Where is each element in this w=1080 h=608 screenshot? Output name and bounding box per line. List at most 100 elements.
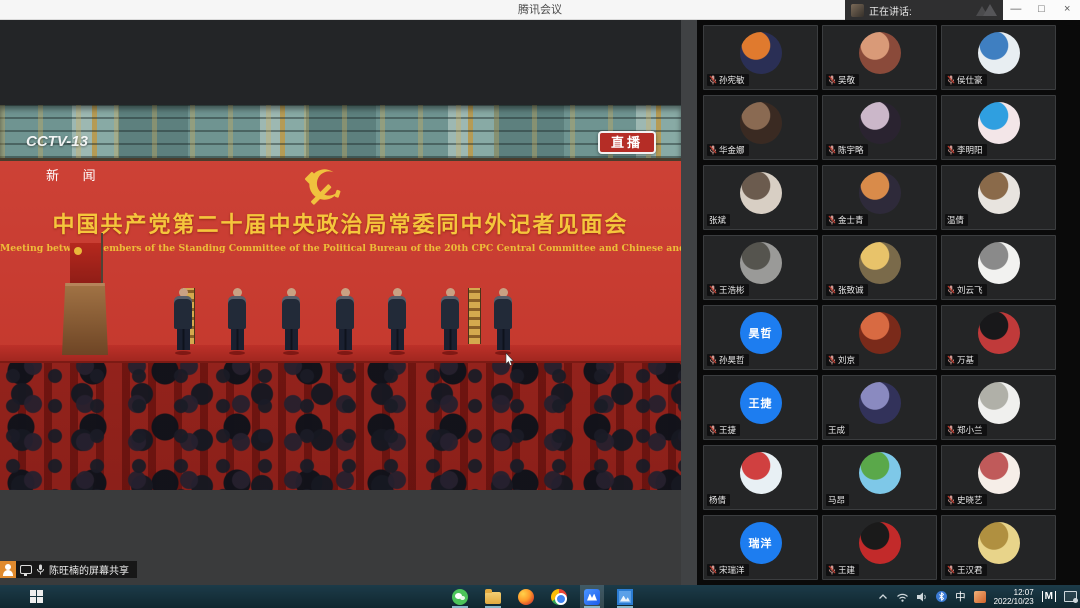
standing-member bbox=[281, 288, 301, 352]
volume-icon[interactable] bbox=[917, 592, 928, 602]
explorer-taskbar-icon[interactable] bbox=[481, 585, 505, 608]
muted-mic-icon bbox=[828, 285, 836, 295]
tray-expand-chevron-icon[interactable] bbox=[878, 593, 888, 600]
chrome-icon bbox=[551, 589, 567, 605]
participant-tile[interactable]: 杨倩 bbox=[703, 445, 818, 510]
wechat-icon bbox=[452, 589, 468, 605]
participant-avatar: 瑞洋 bbox=[740, 522, 782, 564]
participant-avatar bbox=[978, 312, 1020, 354]
participant-tile[interactable]: 金士青 bbox=[822, 165, 937, 230]
participant-tile[interactable]: 刘京 bbox=[822, 305, 937, 370]
participant-name-tag: 王捷 bbox=[707, 424, 740, 436]
tray-app-icon[interactable] bbox=[974, 591, 986, 603]
participant-tile[interactable]: 温倩 bbox=[941, 165, 1056, 230]
muted-mic-icon bbox=[828, 215, 836, 225]
action-center-icon[interactable] bbox=[1064, 591, 1077, 602]
participant-tile[interactable]: 侯仕豪 bbox=[941, 25, 1056, 90]
speaking-label: 正在讲话: bbox=[869, 3, 912, 18]
presenter-icon bbox=[0, 561, 16, 578]
participant-name-tag: 万基 bbox=[945, 354, 978, 366]
participant-avatar bbox=[740, 32, 782, 74]
muted-mic-icon bbox=[709, 285, 717, 295]
participant-avatar bbox=[859, 312, 901, 354]
participant-tile[interactable]: 史晓艺 bbox=[941, 445, 1056, 510]
participant-name: 华金娜 bbox=[719, 144, 745, 156]
participant-avatar bbox=[859, 382, 901, 424]
restore-button[interactable]: □ bbox=[1029, 0, 1055, 20]
clock-time: 12:07 bbox=[994, 588, 1034, 597]
muted-mic-icon bbox=[947, 75, 955, 85]
participant-tile[interactable]: 万基 bbox=[941, 305, 1056, 370]
participant-avatar bbox=[978, 172, 1020, 214]
participant-tile[interactable]: 郑小兰 bbox=[941, 375, 1056, 440]
wechat-taskbar-icon[interactable] bbox=[448, 585, 472, 608]
participant-tile[interactable]: 昊哲 孙昊哲 bbox=[703, 305, 818, 370]
standing-member bbox=[335, 288, 355, 352]
minimize-button[interactable]: — bbox=[1003, 0, 1029, 20]
participant-name: 侯仕豪 bbox=[957, 74, 983, 86]
muted-mic-icon bbox=[947, 565, 955, 575]
participant-tile[interactable]: 张致诚 bbox=[822, 235, 937, 300]
participant-avatar bbox=[978, 452, 1020, 494]
explorer-icon bbox=[485, 592, 501, 604]
meeting-taskbar-icon[interactable] bbox=[580, 585, 604, 608]
participant-tile[interactable]: 王捷 王捷 bbox=[703, 375, 818, 440]
participant-avatar bbox=[859, 32, 901, 74]
mouse-cursor bbox=[505, 353, 514, 366]
start-button-icon[interactable] bbox=[30, 590, 43, 603]
bluetooth-icon[interactable] bbox=[936, 591, 947, 602]
palace-eaves-decoration bbox=[0, 105, 681, 161]
participant-name-tag: 王成 bbox=[826, 424, 849, 436]
participant-name: 王汉君 bbox=[957, 564, 983, 576]
mic-icon bbox=[36, 564, 45, 575]
input-indicator-icon[interactable]: M bbox=[1042, 591, 1056, 602]
participant-name-tag: 张致诚 bbox=[826, 284, 868, 296]
participant-name: 宋瑞洋 bbox=[719, 564, 745, 576]
ime-indicator[interactable]: 中 bbox=[955, 589, 966, 604]
participant-tile[interactable]: 吴敬 bbox=[822, 25, 937, 90]
participant-tile[interactable]: 刘云飞 bbox=[941, 235, 1056, 300]
speaker-avatar bbox=[851, 4, 864, 17]
participant-tile[interactable]: 瑞洋 宋瑞洋 bbox=[703, 515, 818, 580]
audience-crowd bbox=[0, 363, 681, 490]
participant-name: 张斌 bbox=[709, 214, 726, 226]
participant-tile[interactable]: 王成 bbox=[822, 375, 937, 440]
participant-tile[interactable]: 孙宪敏 bbox=[703, 25, 818, 90]
participant-avatar bbox=[740, 172, 782, 214]
participant-name: 吴敬 bbox=[838, 74, 855, 86]
participant-tile[interactable]: 陈宇略 bbox=[822, 95, 937, 160]
participant-name: 杨倩 bbox=[709, 494, 726, 506]
participants-grid: 孙宪敏 吴敬 bbox=[697, 20, 1080, 585]
participant-tile[interactable]: 张斌 bbox=[703, 165, 818, 230]
title-bar[interactable]: 腾讯会议 正在讲话: — □ × bbox=[0, 0, 1080, 20]
participant-tile[interactable]: 王浩彬 bbox=[703, 235, 818, 300]
participant-name-tag: 马昂 bbox=[826, 494, 849, 506]
muted-mic-icon bbox=[828, 145, 836, 155]
system-tray: 中 12:07 2022/10/23 M bbox=[878, 585, 1077, 608]
participant-tile[interactable]: 马昂 bbox=[822, 445, 937, 510]
clock-date: 2022/10/23 bbox=[994, 597, 1034, 606]
muted-mic-icon bbox=[709, 145, 717, 155]
muted-mic-icon bbox=[947, 285, 955, 295]
close-button[interactable]: × bbox=[1054, 0, 1080, 20]
window-controls: — □ × bbox=[1003, 0, 1080, 20]
screen-share-pane[interactable]: CCTV-13 新 闻 直播 中国共产党第二十届中央政治局常委同中外记者见面会 … bbox=[0, 20, 697, 585]
chrome-taskbar-icon[interactable] bbox=[547, 585, 571, 608]
participant-tile[interactable]: 王建 bbox=[822, 515, 937, 580]
participant-tile[interactable]: 李明阳 bbox=[941, 95, 1056, 160]
participant-tile[interactable]: 华金娜 bbox=[703, 95, 818, 160]
firefox-taskbar-icon[interactable] bbox=[514, 585, 538, 608]
screen-share-icon bbox=[20, 565, 32, 574]
participant-tile[interactable]: 王汉君 bbox=[941, 515, 1056, 580]
photos-taskbar-icon[interactable] bbox=[613, 585, 637, 608]
participant-avatar: 昊哲 bbox=[740, 312, 782, 354]
participant-name: 刘云飞 bbox=[957, 284, 983, 296]
muted-mic-icon bbox=[709, 75, 717, 85]
participant-name-tag: 杨倩 bbox=[707, 494, 730, 506]
photos-icon bbox=[617, 589, 633, 605]
participant-name: 王浩彬 bbox=[719, 284, 745, 296]
muted-mic-icon bbox=[709, 425, 717, 435]
taskbar-clock[interactable]: 12:07 2022/10/23 bbox=[994, 588, 1034, 606]
network-icon[interactable] bbox=[896, 592, 909, 602]
participant-avatar: 王捷 bbox=[740, 382, 782, 424]
